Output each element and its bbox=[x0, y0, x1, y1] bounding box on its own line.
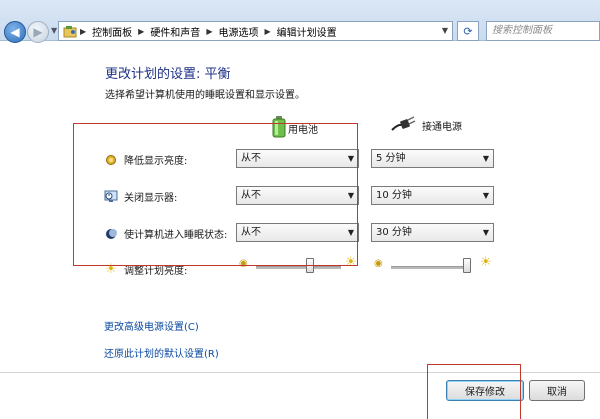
dim-display-label: 降低显示亮度: bbox=[124, 156, 188, 167]
control-panel-icon bbox=[62, 24, 78, 38]
dim-sun-icon: ◉ bbox=[374, 258, 383, 269]
save-button[interactable]: 保存修改 bbox=[446, 380, 524, 401]
sleep-label: 使计算机进入睡眠状态: bbox=[124, 230, 228, 241]
breadcrumb-edit-plan[interactable]: 编辑计划设置 bbox=[277, 24, 337, 39]
turn-off-display-row-label: 关闭显示器: bbox=[104, 189, 177, 204]
brightness-row-label: ☀ 调整计划亮度: bbox=[104, 262, 187, 277]
forward-button[interactable]: ▶ bbox=[27, 21, 49, 43]
address-dropdown-icon[interactable]: ▼ bbox=[442, 26, 448, 35]
page-title: 更改计划的设置: 平衡 bbox=[105, 67, 231, 82]
divider bbox=[0, 372, 600, 373]
chevron-down-icon: ▼ bbox=[482, 154, 489, 163]
sleep-battery-value: 从不 bbox=[241, 227, 261, 238]
power-plug-icon bbox=[390, 116, 416, 135]
refresh-icon: ⟳ bbox=[463, 24, 473, 38]
address-toolbar: ◀ ▶ ▼ ▶ 控制面板 ▶ 硬件和声音 ▶ 电源选项 ▶ 编辑计划设置 ▼ ⟳… bbox=[0, 0, 600, 43]
search-placeholder: 搜索控制面板 bbox=[492, 25, 552, 36]
sleep-plugged-select[interactable]: 30 分钟 ▼ bbox=[371, 223, 494, 242]
dim-display-plugged-value: 5 分钟 bbox=[376, 153, 406, 164]
sleep-battery-select[interactable]: 从不 ▼ bbox=[236, 223, 359, 242]
breadcrumb-control-panel[interactable]: 控制面板 bbox=[92, 24, 132, 39]
breadcrumb-power-options[interactable]: 电源选项 bbox=[218, 24, 258, 39]
plugged-column-header: 接通电源 bbox=[390, 116, 462, 135]
moon-icon bbox=[104, 227, 118, 241]
arrow-right-icon: ▶ bbox=[33, 25, 43, 39]
dim-sun-icon: ◉ bbox=[239, 258, 248, 269]
history-dropdown-icon[interactable]: ▼ bbox=[51, 26, 57, 35]
breadcrumb-separator[interactable]: ▶ bbox=[138, 27, 144, 36]
sleep-row-label: 使计算机进入睡眠状态: bbox=[104, 226, 227, 241]
battery-column-label: 用电池 bbox=[288, 125, 318, 136]
bright-sun-icon: ☀ bbox=[345, 255, 357, 270]
chevron-down-icon: ▼ bbox=[347, 154, 354, 163]
dim-display-plugged-select[interactable]: 5 分钟 ▼ bbox=[371, 149, 494, 168]
chevron-down-icon: ▼ bbox=[482, 191, 489, 200]
sun-icon: ☀ bbox=[105, 262, 117, 277]
brightness-label: 调整计划亮度: bbox=[124, 266, 188, 277]
chevron-down-icon: ▼ bbox=[347, 191, 354, 200]
brightness-plugged-slider[interactable] bbox=[391, 258, 471, 273]
slider-thumb[interactable] bbox=[463, 258, 471, 273]
breadcrumb-separator[interactable]: ▶ bbox=[80, 27, 86, 36]
chevron-down-icon: ▼ bbox=[347, 228, 354, 237]
search-input[interactable]: 搜索控制面板 bbox=[486, 21, 600, 41]
turn-off-display-plugged-value: 10 分钟 bbox=[376, 190, 412, 201]
page-subtitle: 选择希望计算机使用的睡眠设置和显示设置。 bbox=[105, 90, 305, 101]
turn-off-display-plugged-select[interactable]: 10 分钟 ▼ bbox=[371, 186, 494, 205]
turn-off-display-battery-select[interactable]: 从不 ▼ bbox=[236, 186, 359, 205]
address-bar[interactable]: ▶ 控制面板 ▶ 硬件和声音 ▶ 电源选项 ▶ 编辑计划设置 ▼ bbox=[58, 21, 453, 41]
monitor-clock-icon bbox=[104, 190, 118, 204]
slider-track bbox=[256, 266, 341, 269]
dim-display-row-label: 降低显示亮度: bbox=[104, 152, 187, 167]
advanced-power-settings-link[interactable]: 更改高级电源设置(C) bbox=[104, 318, 199, 333]
cancel-button[interactable]: 取消 bbox=[529, 380, 585, 401]
bright-sun-icon: ☀ bbox=[480, 255, 492, 270]
arrow-left-icon: ◀ bbox=[10, 25, 20, 39]
turn-off-display-label: 关闭显示器: bbox=[124, 193, 178, 204]
breadcrumb-separator[interactable]: ▶ bbox=[264, 27, 270, 36]
sleep-plugged-value: 30 分钟 bbox=[376, 227, 412, 238]
battery-icon bbox=[272, 116, 286, 141]
slider-thumb[interactable] bbox=[306, 258, 314, 273]
plugged-column-label: 接通电源 bbox=[422, 122, 462, 133]
turn-off-display-battery-value: 从不 bbox=[241, 190, 261, 201]
brightness-battery-slider[interactable] bbox=[256, 258, 341, 273]
restore-defaults-link[interactable]: 还原此计划的默认设置(R) bbox=[104, 345, 219, 360]
slider-track bbox=[391, 266, 471, 269]
breadcrumb-separator[interactable]: ▶ bbox=[206, 27, 212, 36]
dim-display-battery-select[interactable]: 从不 ▼ bbox=[236, 149, 359, 168]
battery-column-header: 用电池 bbox=[272, 116, 318, 141]
refresh-button[interactable]: ⟳ bbox=[457, 21, 479, 41]
dim-brightness-icon bbox=[104, 153, 118, 167]
chevron-down-icon: ▼ bbox=[482, 228, 489, 237]
back-button[interactable]: ◀ bbox=[4, 21, 26, 43]
breadcrumb-hardware-sound[interactable]: 硬件和声音 bbox=[150, 24, 200, 39]
dim-display-battery-value: 从不 bbox=[241, 153, 261, 164]
